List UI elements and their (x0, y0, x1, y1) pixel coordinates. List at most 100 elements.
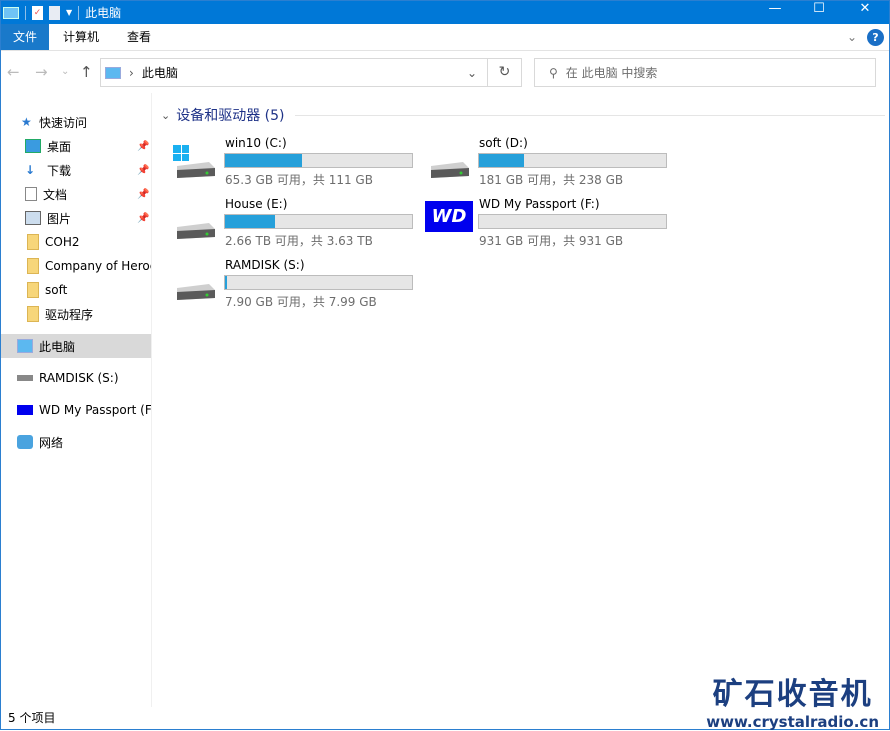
nav-label: RAMDISK (S:) (39, 371, 119, 385)
close-button[interactable]: ✕ (843, 1, 887, 19)
watermark-title: 矿石收音机 (712, 677, 873, 712)
drive-usage-bar (478, 153, 667, 168)
drive-space-info: 181 GB 可用，共 238 GB (479, 173, 624, 187)
new-folder-icon[interactable] (49, 5, 60, 20)
nav-item-network[interactable]: 网络 (1, 430, 151, 454)
search-input[interactable]: ⚲ 在 此电脑 中搜索 (534, 58, 876, 87)
pictures-icon (25, 211, 41, 225)
nav-item-downloads[interactable]: ↓ 下载 📌 (1, 158, 151, 182)
nav-item-folder[interactable]: COH2 (1, 230, 151, 254)
nav-label: COH2 (45, 235, 80, 249)
nav-label: 桌面 (47, 139, 72, 154)
divider (294, 114, 885, 116)
drive-name: House (E:) (225, 197, 288, 211)
tab-computer[interactable]: 计算机 (49, 24, 113, 50)
tab-file[interactable]: 文件 (1, 24, 49, 50)
drive-space-info: 931 GB 可用，共 931 GB (479, 234, 624, 248)
item-count: 5 个项目 (8, 711, 56, 725)
address-dropdown-icon[interactable]: ⌄ (467, 66, 477, 80)
customize-quick-access-icon[interactable]: ▼ (66, 8, 72, 17)
nav-label: WD My Passport (F:) (39, 403, 151, 417)
nav-label: 网络 (39, 435, 64, 450)
address-row: ← → ⌄ ↑ › 此电脑 ⌄ ↻ ⚲ 在 此电脑 中搜索 (1, 51, 889, 93)
nav-label: 驱动程序 (45, 307, 94, 322)
minimize-button[interactable]: — (753, 1, 797, 19)
computer-icon (3, 6, 19, 19)
drive-usage-bar (224, 275, 413, 290)
document-icon (25, 187, 37, 201)
drive-usage-fill (225, 276, 227, 289)
search-icon: ⚲ (549, 65, 558, 80)
up-button[interactable]: ↑ (80, 63, 93, 81)
watermark-url: www.crystalradio.cn (706, 713, 879, 731)
nav-item-documents[interactable]: 文档 📌 (1, 182, 151, 206)
hard-drive-icon (177, 223, 215, 239)
hard-drive-icon (177, 162, 215, 178)
divider (25, 5, 26, 20)
nav-item-folder[interactable]: soft (1, 278, 151, 302)
properties-icon[interactable]: ✓ (32, 5, 43, 20)
drive-item[interactable]: soft (D:) 181 GB 可用，共 238 GB (407, 136, 667, 192)
ribbon-tabs: 文件 计算机 查看 ⌄ ? (1, 24, 889, 51)
computer-icon (105, 66, 121, 79)
nav-item-desktop[interactable]: 桌面 📌 (1, 134, 151, 158)
drive-name: soft (D:) (479, 136, 528, 150)
drive-icon (17, 375, 33, 381)
folder-icon (27, 234, 39, 250)
drive-item[interactable]: RAMDISK (S:) 7.90 GB 可用，共 7.99 GB (153, 258, 413, 314)
drive-item[interactable]: House (E:) 2.66 TB 可用，共 3.63 TB (153, 197, 413, 253)
nav-quick-access[interactable]: ★ 快速访问 (1, 110, 151, 134)
tab-view[interactable]: 查看 (113, 24, 165, 50)
nav-label: soft (45, 283, 68, 297)
pin-icon: 📌 (137, 140, 150, 152)
nav-label: 下载 (47, 163, 72, 178)
group-label: 设备和驱动器 (5) (176, 108, 285, 124)
drive-name: RAMDISK (S:) (225, 258, 305, 272)
computer-icon (17, 339, 33, 353)
drive-item[interactable]: win10 (C:) 65.3 GB 可用，共 111 GB (153, 136, 413, 192)
nav-item-folder[interactable]: Company of Heroes (1, 254, 151, 278)
nav-item-pictures[interactable]: 图片 📌 (1, 206, 151, 230)
refresh-button[interactable]: ↻ (487, 58, 522, 87)
forward-button[interactable]: → (35, 63, 48, 81)
address-bar[interactable]: › 此电脑 ⌄ (100, 58, 488, 87)
drive-usage-bar (478, 214, 667, 229)
drive-name: win10 (C:) (225, 136, 287, 150)
nav-label: 快速访问 (39, 115, 88, 130)
expand-ribbon-icon[interactable]: ⌄ (847, 30, 857, 44)
nav-item-wd-passport[interactable]: WD My Passport (F:) (1, 398, 151, 422)
watermark-logo: 矿石收音机 www.crystalradio.cn (706, 669, 879, 731)
nav-label: 图片 (47, 211, 72, 226)
pin-icon: 📌 (137, 188, 150, 200)
pin-icon: 📌 (137, 212, 150, 224)
group-header-devices[interactable]: ⌄ 设备和驱动器 (5) (161, 105, 885, 125)
nav-item-folder[interactable]: 驱动程序 (1, 302, 151, 326)
nav-label: 文档 (43, 187, 68, 202)
breadcrumb-this-pc[interactable]: 此电脑 (142, 64, 178, 81)
search-placeholder: 在 此电脑 中搜索 (565, 66, 658, 80)
network-icon (17, 435, 33, 449)
drive-space-info: 65.3 GB 可用，共 111 GB (225, 173, 373, 187)
star-icon: ★ (21, 115, 32, 129)
folder-icon (27, 282, 39, 298)
drive-space-info: 2.66 TB 可用，共 3.63 TB (225, 234, 373, 248)
hard-drive-icon (431, 162, 469, 178)
collapse-chevron-icon[interactable]: ⌄ (161, 109, 170, 122)
download-icon: ↓ (25, 163, 36, 177)
divider (78, 5, 80, 20)
folder-icon (27, 306, 39, 322)
nav-item-ramdisk[interactable]: RAMDISK (S:) (1, 366, 151, 390)
hard-drive-icon (177, 284, 215, 300)
drive-space-info: 7.90 GB 可用，共 7.99 GB (225, 295, 377, 309)
nav-item-this-pc[interactable]: 此电脑 (1, 334, 151, 358)
drive-usage-bar (224, 214, 413, 229)
recent-locations-button[interactable]: ⌄ (61, 66, 69, 77)
drive-usage-fill (225, 154, 302, 167)
back-button[interactable]: ← (7, 63, 20, 81)
windows-logo-icon (173, 145, 189, 161)
maximize-button[interactable]: ☐ (797, 1, 841, 19)
folder-icon (27, 258, 39, 274)
nav-label: Company of Heroes (45, 259, 151, 273)
help-icon[interactable]: ? (867, 28, 884, 46)
wd-logo-icon: WD (425, 201, 473, 232)
